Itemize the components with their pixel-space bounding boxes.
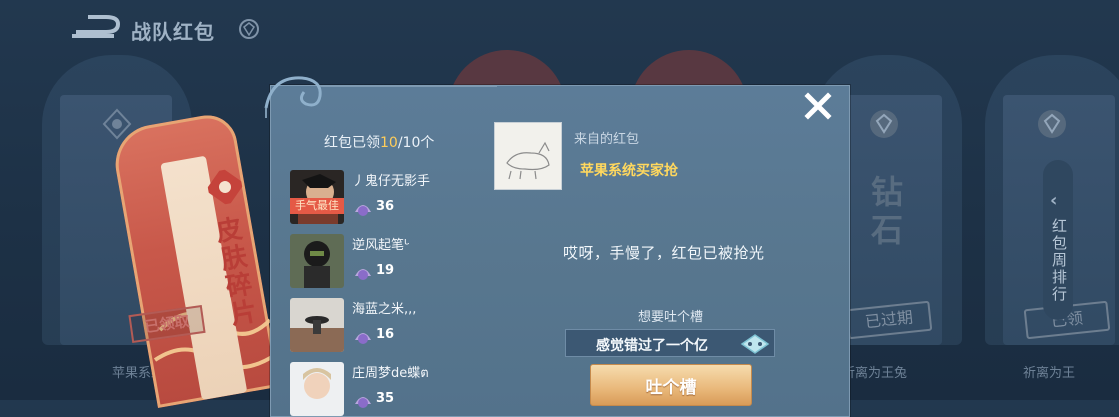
participant-amount: 36: [376, 199, 395, 214]
card-caption: 祈离为王兔: [842, 366, 908, 381]
sender-name: 苹果系统买家抢: [580, 163, 678, 179]
list-item: 庄周梦de蝶ต 35: [290, 350, 490, 416]
complain-text: 感觉错过了一个亿: [596, 338, 708, 354]
participant-name: 逆风起笔ᒡ: [352, 238, 410, 253]
claimed-number: 10: [380, 135, 398, 151]
result-message: 哎呀，手慢了，红包已被抢光: [563, 244, 765, 262]
participant-amount: 35: [376, 391, 395, 406]
list-item: 手气最佳 丿鬼仔无影手 36: [290, 158, 490, 224]
claimed-prefix: 红包已领: [324, 135, 380, 151]
participant-name: 丿鬼仔无影手: [352, 174, 431, 189]
avatar: [290, 362, 344, 416]
back-arrow-icon[interactable]: [70, 14, 122, 42]
chevron-left-icon: ‹: [1050, 190, 1058, 211]
coupon-icon: [355, 397, 371, 408]
complain-label: 想要吐个槽: [638, 310, 704, 325]
participant-amount: 19: [376, 263, 395, 278]
claimed-count: 红包已领10/10个: [324, 132, 434, 152]
diamond-help-icon[interactable]: [238, 18, 260, 40]
participant-name: 海蓝之米,,,: [352, 302, 417, 317]
emoji-icon[interactable]: [738, 332, 772, 356]
coupon-icon: [355, 333, 371, 344]
complain-button-label: 吐个槽: [645, 378, 697, 398]
close-icon[interactable]: [800, 88, 836, 124]
participant-name: 庄周梦de蝶ต: [352, 366, 429, 381]
from-label: 来自的红包: [574, 132, 640, 147]
flower-badge-icon: [205, 167, 245, 207]
list-item: 逆风起笔ᒡ 19: [290, 222, 490, 288]
avatar: [290, 170, 344, 224]
participant-amount: 16: [376, 327, 395, 342]
luckiest-badge: 手气最佳: [290, 198, 344, 214]
sender-avatar: [494, 122, 562, 190]
avatar: [290, 234, 344, 288]
weekly-rank-tab[interactable]: ‹ 红包周排行: [1043, 160, 1073, 320]
coupon-icon: [355, 269, 371, 280]
featured-red-envelope[interactable]: 皮肤碎片 已领取: [109, 110, 282, 408]
list-item: 海蓝之米,,, 16: [290, 286, 490, 352]
top-bar: 战队红包: [0, 0, 1119, 56]
card-title: 钻石: [866, 175, 904, 251]
card-caption: 祈离为王: [1023, 366, 1076, 381]
page-title: 战队红包: [131, 20, 215, 44]
diamond-icon: [870, 110, 898, 138]
claimed-suffix: /10个: [397, 135, 435, 151]
coupon-icon: [355, 205, 371, 216]
rank-tab-label: 红包周排行: [1050, 218, 1068, 303]
diamond-icon: [1038, 110, 1066, 138]
avatar: [290, 298, 344, 352]
complain-input[interactable]: 感觉错过了一个亿: [565, 329, 775, 357]
